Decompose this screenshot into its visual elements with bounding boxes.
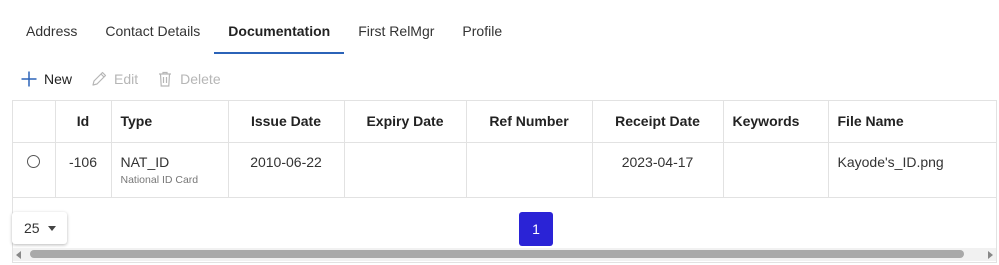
type-code: NAT_ID <box>120 153 170 170</box>
column-header-expiry-date[interactable]: Expiry Date <box>344 101 467 143</box>
cell-expiry-date <box>344 142 467 198</box>
tab-contact-details[interactable]: Contact Details <box>91 14 214 54</box>
new-button[interactable]: New <box>20 70 72 88</box>
edit-button-label: Edit <box>114 71 139 87</box>
scroll-left-arrow-icon[interactable] <box>16 251 21 259</box>
cell-ref-number <box>466 142 593 198</box>
tab-first-relmgr[interactable]: First RelMgr <box>344 14 448 54</box>
edit-button[interactable]: Edit <box>90 70 138 88</box>
tab-address[interactable]: Address <box>12 14 91 54</box>
column-header-file-name[interactable]: File Name <box>828 101 996 143</box>
tab-profile[interactable]: Profile <box>448 14 516 54</box>
delete-button[interactable]: Delete <box>156 70 221 88</box>
page-size-value: 25 <box>24 220 40 236</box>
horizontal-scrollbar[interactable] <box>13 248 996 261</box>
cell-id: -106 <box>55 142 112 198</box>
column-header-type[interactable]: Type <box>111 101 229 143</box>
tab-documentation[interactable]: Documentation <box>214 14 345 54</box>
trash-icon <box>156 70 174 88</box>
type-description: National ID Card <box>120 173 199 186</box>
tab-bar: Address Contact Details Documentation Fi… <box>12 14 516 54</box>
select-column-header <box>13 101 56 143</box>
page-size-dropdown[interactable]: 25 <box>12 212 67 244</box>
documents-grid: Id Type Issue Date Expiry Date Ref Numbe… <box>12 100 997 263</box>
scrollbar-thumb[interactable] <box>30 250 964 258</box>
cell-issue-date: 2010-06-22 <box>228 142 345 198</box>
table-header-row: Id Type Issue Date Expiry Date Ref Numbe… <box>13 101 996 143</box>
cell-file-name: Kayode's_ID.png <box>828 142 996 198</box>
caret-down-icon <box>47 225 56 231</box>
cell-type: NAT_ID National ID Card <box>111 142 229 198</box>
column-header-receipt-date[interactable]: Receipt Date <box>592 101 724 143</box>
row-select-radio[interactable] <box>27 154 41 168</box>
page-button-current[interactable]: 1 <box>519 212 553 246</box>
plus-icon <box>20 70 38 88</box>
cell-receipt-date: 2023-04-17 <box>592 142 724 198</box>
column-header-id[interactable]: Id <box>55 101 112 143</box>
row-select-cell <box>13 142 56 198</box>
table-row[interactable]: -106 NAT_ID National ID Card 2010-06-22 … <box>13 142 996 198</box>
new-button-label: New <box>44 71 73 87</box>
cell-keywords <box>723 142 829 198</box>
pencil-icon <box>90 70 108 88</box>
toolbar: New Edit Delete <box>20 66 239 92</box>
documents-table: Id Type Issue Date Expiry Date Ref Numbe… <box>13 101 996 198</box>
delete-button-label: Delete <box>180 71 221 87</box>
column-header-issue-date[interactable]: Issue Date <box>228 101 345 143</box>
column-header-ref-number[interactable]: Ref Number <box>466 101 593 143</box>
column-header-keywords[interactable]: Keywords <box>723 101 829 143</box>
scroll-right-arrow-icon[interactable] <box>988 251 993 259</box>
